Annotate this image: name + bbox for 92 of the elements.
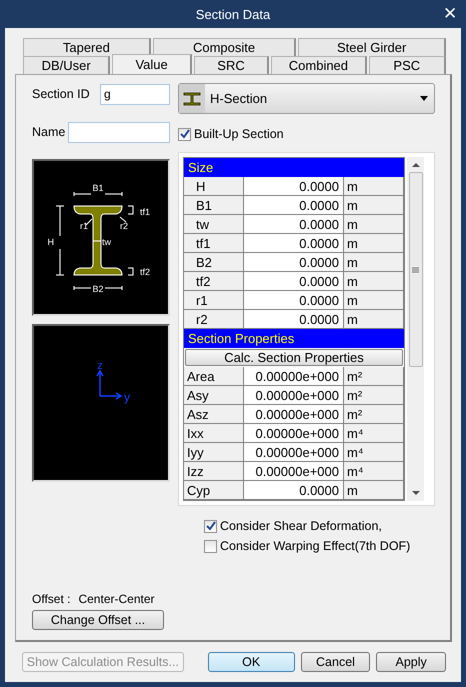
table-cell[interactable]: 0.0000 (244, 234, 344, 253)
table-cell: B1 (184, 196, 244, 215)
dialog-button[interactable]: Apply (376, 652, 446, 672)
table-cell: m⁴ (344, 443, 404, 462)
table-cell: r1 (184, 291, 244, 310)
dimension-label: tf1 (140, 207, 150, 217)
table-cell: B2 (184, 253, 244, 272)
caret-icon (420, 96, 428, 101)
axis-label: z (97, 360, 103, 372)
tab[interactable]: Value (112, 54, 192, 74)
table-cell: Ixx (184, 424, 244, 443)
dialog-button[interactable]: Cancel (300, 652, 370, 672)
checkbox-label: Consider Warping Effect(7th DOF) (220, 539, 410, 553)
offset-value: Center-Center (78, 592, 154, 606)
table-cell[interactable]: 0.00000e+000 (244, 367, 344, 386)
table-cell[interactable]: 0.0000 (244, 253, 344, 272)
dimension-label: B2 (92, 284, 104, 294)
table-cell[interactable]: 0.00000e+000 (244, 462, 344, 481)
field-label: Name (32, 125, 66, 139)
table-cell: m⁴ (344, 462, 404, 481)
table-cell[interactable]: 0.0000 (244, 481, 344, 500)
tab[interactable]: SRC (194, 56, 270, 74)
tab[interactable]: Steel Girder (298, 38, 446, 56)
dimension-label: B1 (92, 183, 104, 193)
dimension-label: tf2 (140, 267, 150, 277)
dimension-label: r1 (80, 221, 88, 231)
table-cell: r2 (184, 310, 244, 329)
scroll-down-icon[interactable] (412, 490, 420, 496)
window-title: Section Data (196, 6, 270, 22)
checkbox[interactable] (204, 520, 217, 532)
close-icon[interactable]: ✕ (443, 3, 457, 24)
table-cell: tf2 (184, 272, 244, 291)
table-cell: H (184, 177, 244, 196)
scroll-up-icon[interactable] (412, 162, 420, 168)
table-cell: m (344, 481, 404, 500)
table-cell: m (344, 196, 404, 215)
axis-label: y (124, 390, 130, 404)
group-header: Size (184, 158, 404, 177)
table-cell: m (344, 177, 404, 196)
checkbox[interactable] (204, 540, 217, 552)
change-offset-button[interactable]: Change Offset ... (32, 610, 164, 630)
table-cell: Izz (184, 462, 244, 481)
calc-button[interactable]: Calc. Section Properties (185, 349, 403, 366)
dimension-label: H (48, 237, 54, 247)
group-header: Section Properties (184, 329, 404, 348)
checkbox-label: Consider Shear Deformation, (220, 519, 382, 533)
table-cell: m (344, 291, 404, 310)
tab[interactable]: Tapered (23, 38, 151, 56)
table-cell: Asy (184, 386, 244, 405)
offset-label: Offset : (32, 592, 70, 606)
table-cell: tf1 (184, 234, 244, 253)
name-field[interactable] (68, 122, 170, 142)
field-label: Section ID (32, 87, 90, 101)
table-cell[interactable]: 0.0000 (244, 291, 344, 310)
table-cell: Area (184, 367, 244, 386)
tab[interactable]: PSC (368, 56, 446, 74)
table-cell[interactable]: 0.0000 (244, 272, 344, 291)
scrollbar[interactable] (407, 157, 424, 501)
dimension-label: r2 (120, 221, 128, 231)
table-cell: m (344, 253, 404, 272)
section-type-dropdown[interactable]: H-Section (178, 83, 435, 114)
dialog-button[interactable]: OK (208, 652, 295, 672)
table-cell[interactable]: 0.00000e+000 (244, 405, 344, 424)
table-cell: Iyy (184, 443, 244, 462)
tab[interactable]: Combined (271, 56, 367, 74)
table-cell: m (344, 310, 404, 329)
axes-arrows-drawing (96, 370, 122, 400)
table-cell[interactable]: 0.0000 (244, 215, 344, 234)
checkbox-label: Built-Up Section (194, 127, 284, 141)
table-cell: m² (344, 367, 404, 386)
table-cell[interactable]: 0.00000e+000 (244, 424, 344, 443)
table-cell: m (344, 272, 404, 291)
table-cell: m² (344, 405, 404, 424)
section-id-field[interactable]: g (100, 84, 170, 104)
dimension-label: tw (102, 237, 111, 247)
table-cell: Asz (184, 405, 244, 424)
table-cell[interactable]: 0.0000 (244, 310, 344, 329)
table-cell: Cyp (184, 481, 244, 500)
table-cell: m (344, 215, 404, 234)
table-cell[interactable]: 0.0000 (244, 196, 344, 215)
table-cell: m (344, 234, 404, 253)
grip-icon (412, 266, 419, 272)
table-cell[interactable]: 0.00000e+000 (244, 443, 344, 462)
checkbox[interactable] (178, 128, 191, 140)
tab[interactable]: DB/User (23, 56, 110, 74)
table-cell: m² (344, 386, 404, 405)
table-cell[interactable]: 0.00000e+000 (244, 386, 344, 405)
table-cell: m⁴ (344, 424, 404, 443)
table-cell[interactable]: 0.0000 (244, 177, 344, 196)
i-beam-icon (183, 92, 201, 106)
table-cell: tw (184, 215, 244, 234)
tab[interactable]: Composite (152, 38, 296, 56)
